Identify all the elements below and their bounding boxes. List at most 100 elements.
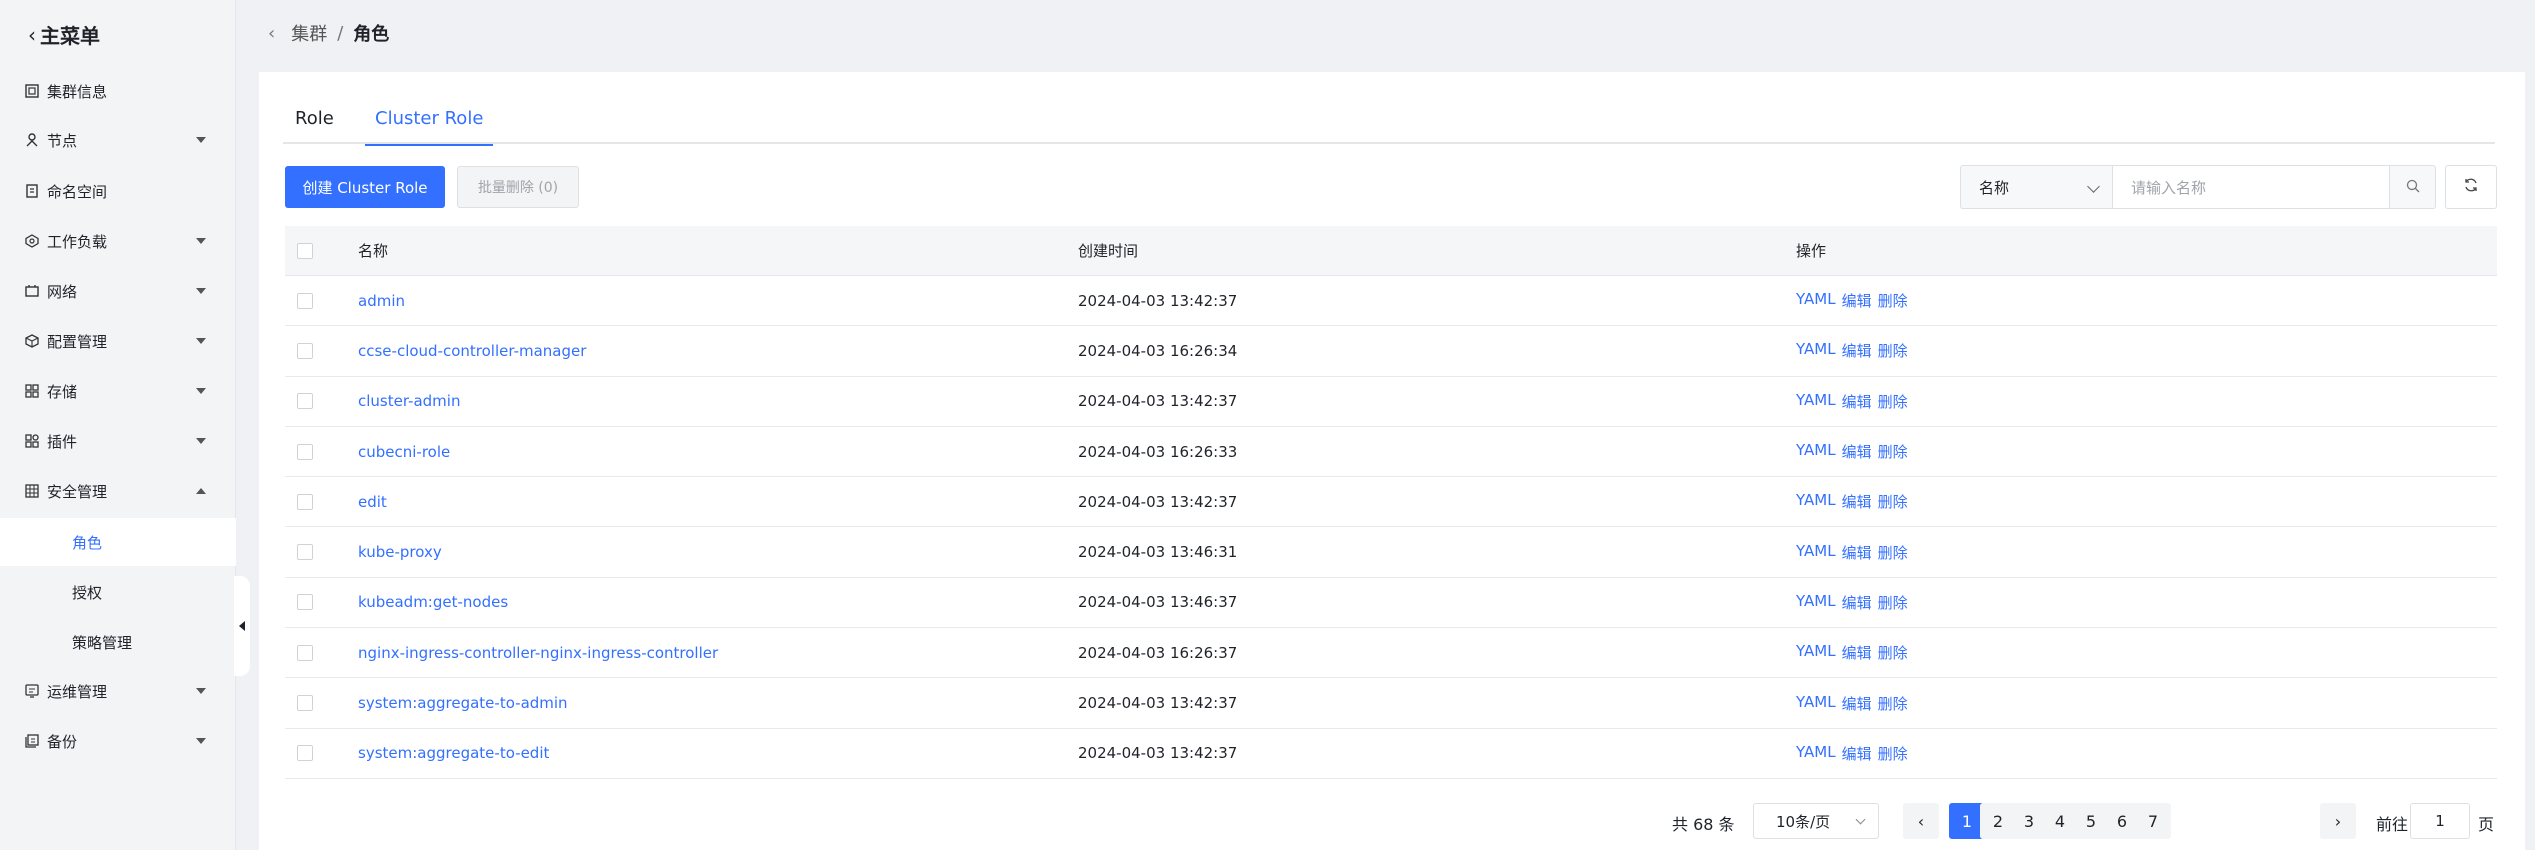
row-checkbox[interactable] [297,695,313,712]
delete-link[interactable]: 删除 [1878,290,1908,311]
delete-link[interactable]: 删除 [1878,743,1908,764]
sidebar-subitem-policy[interactable]: 策略管理 [0,618,236,666]
edit-link[interactable]: 编辑 [1842,290,1872,311]
sidebar-item-plugins[interactable]: 插件 [0,419,236,463]
main-menu-back-link[interactable]: ‹ 主菜单 [28,20,100,49]
role-name-link[interactable]: system:aggregate-to-edit [358,744,1078,762]
breadcrumb-parent[interactable]: 集群 [291,20,327,46]
sidebar-subitem-label: 策略管理 [72,633,133,652]
role-name-link[interactable]: kubeadm:get-nodes [358,593,1078,611]
sidebar-item-ops[interactable]: 运维管理 [0,669,236,713]
edit-link[interactable]: 编辑 [1842,441,1872,462]
tab-role[interactable]: Role [295,108,334,144]
cluster-icon [25,84,39,98]
delete-link[interactable]: 删除 [1878,340,1908,361]
row-actions: YAML 编辑 删除 [1796,340,1908,361]
security-icon [25,484,39,498]
edit-link[interactable]: 编辑 [1842,542,1872,563]
yaml-link[interactable]: YAML [1796,743,1836,764]
delete-link[interactable]: 删除 [1878,642,1908,663]
edit-link[interactable]: 编辑 [1842,642,1872,663]
delete-link[interactable]: 删除 [1878,592,1908,613]
role-name-link[interactable]: cluster-admin [358,392,1078,410]
role-name-link[interactable]: system:aggregate-to-admin [358,694,1078,712]
sidebar-item-storage[interactable]: 存储 [0,369,236,413]
row-checkbox[interactable] [297,644,313,661]
role-name-link[interactable]: ccse-cloud-controller-manager [358,342,1078,360]
sidebar-item-nodes[interactable]: 节点 [0,118,236,162]
yaml-link[interactable]: YAML [1796,290,1836,311]
edit-link[interactable]: 编辑 [1842,592,1872,613]
yaml-link[interactable]: YAML [1796,542,1836,563]
delete-link[interactable]: 删除 [1878,441,1908,462]
row-checkbox[interactable] [297,443,313,460]
delete-link[interactable]: 删除 [1878,391,1908,412]
sidebar-subitem-label: 角色 [72,533,103,552]
yaml-link[interactable]: YAML [1796,340,1836,361]
chevron-down-icon [196,738,206,744]
goto-page-input[interactable]: 1 [2410,803,2470,839]
next-page-button[interactable]: › [2320,803,2356,839]
sidebar-item-cluster-info[interactable]: 集群信息 [0,69,236,113]
sidebar-item-namespaces[interactable]: 命名空间 [0,169,236,213]
yaml-link[interactable]: YAML [1796,592,1836,613]
tab-cluster-role[interactable]: Cluster Role [364,108,494,146]
sidebar-collapse-toggle[interactable] [234,576,250,676]
role-name-link[interactable]: kube-proxy [358,543,1078,561]
back-chevron-icon[interactable]: ‹ [268,23,275,44]
refresh-button[interactable] [2445,165,2497,209]
sidebar-item-security[interactable]: 安全管理 [0,469,236,513]
yaml-link[interactable]: YAML [1796,642,1836,663]
sidebar-item-label: 存储 [47,382,78,401]
role-name-link[interactable]: nginx-ingress-controller-nginx-ingress-c… [358,644,1078,662]
row-checkbox[interactable] [297,594,313,611]
search-group: 名称 请输入名称 [1960,165,2436,209]
edit-link[interactable]: 编辑 [1842,391,1872,412]
sidebar-item-network[interactable]: 网络 [0,269,236,313]
delete-link[interactable]: 删除 [1878,491,1908,512]
role-name-link[interactable]: cubecni-role [358,443,1078,461]
edit-link[interactable]: 编辑 [1842,693,1872,714]
breadcrumb-current: 角色 [353,24,390,45]
role-name-link[interactable]: admin [358,292,1078,310]
namespace-icon [25,184,39,198]
row-checkbox[interactable] [297,393,313,410]
node-icon [25,133,39,147]
prev-page-button[interactable]: ‹ [1903,803,1939,839]
edit-link[interactable]: 编辑 [1842,491,1872,512]
filter-field-select[interactable]: 名称 [1960,165,2112,209]
row-checkbox[interactable] [297,342,313,359]
created-time: 2024-04-03 16:26:33 [1078,442,1238,461]
ops-icon [25,684,39,698]
sidebar-item-workloads[interactable]: 工作负载 [0,219,236,263]
yaml-link[interactable]: YAML [1796,491,1836,512]
select-all-checkbox[interactable] [297,242,313,259]
page-button[interactable]: 7 [2135,803,2171,839]
sidebar-item-backup[interactable]: 备份 [0,719,236,763]
delete-link[interactable]: 删除 [1878,542,1908,563]
search-button[interactable] [2390,165,2436,209]
edit-link[interactable]: 编辑 [1842,743,1872,764]
goto-label: 前往 [2376,815,2409,834]
yaml-link[interactable]: YAML [1796,441,1836,462]
sidebar-item-label: 命名空间 [47,182,108,201]
edit-link[interactable]: 编辑 [1842,340,1872,361]
sidebar-subitem-authorization[interactable]: 授权 [0,568,236,616]
chevron-down-icon [196,388,206,394]
delete-link[interactable]: 删除 [1878,693,1908,714]
row-checkbox[interactable] [297,745,313,762]
table-header: 名称 创建时间 操作 [285,226,2497,276]
yaml-link[interactable]: YAML [1796,693,1836,714]
row-checkbox[interactable] [297,493,313,510]
sidebar-item-config[interactable]: 配置管理 [0,319,236,363]
search-input[interactable]: 请输入名称 [2112,165,2390,209]
batch-delete-button[interactable]: 批量删除 (0) [457,166,579,208]
yaml-link[interactable]: YAML [1796,391,1836,412]
page-size-select[interactable]: 10条/页 [1753,803,1879,839]
sidebar-subitem-roles[interactable]: 角色 [0,518,236,566]
create-cluster-role-button[interactable]: 创建 Cluster Role [285,166,445,208]
sidebar-item-label: 节点 [47,131,78,150]
row-checkbox[interactable] [297,544,313,561]
role-name-link[interactable]: edit [358,493,1078,511]
row-checkbox[interactable] [297,292,313,309]
